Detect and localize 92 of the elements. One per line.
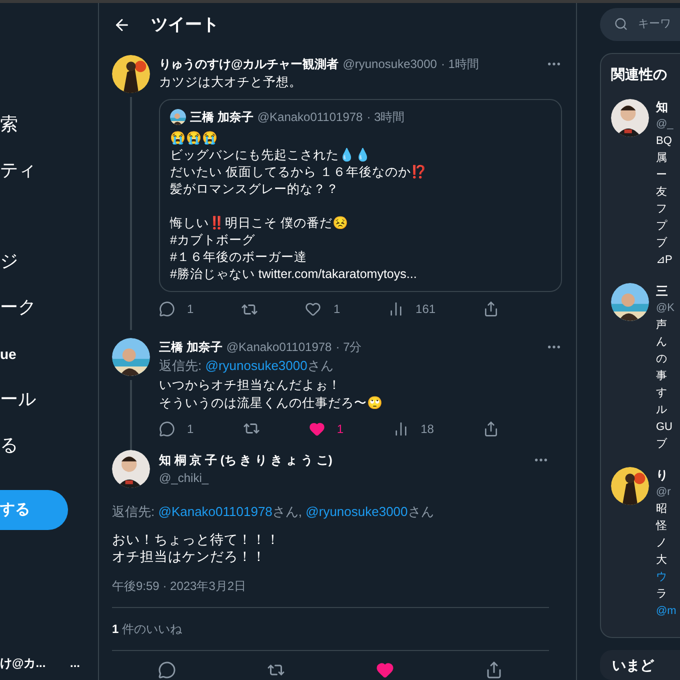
bar-chart-icon bbox=[388, 301, 404, 317]
tweet-text-line: ビッグバンにも先起こされた💧💧 bbox=[170, 147, 372, 164]
account-name[interactable]: け@カ... bbox=[0, 654, 46, 672]
tweet-text-line: #１６年後のボーガー達 bbox=[170, 249, 308, 266]
user-handle: @K bbox=[656, 300, 675, 316]
bio-text: ん bbox=[656, 334, 668, 350]
page-title: ツイート bbox=[151, 14, 219, 36]
card-title: 関連性の bbox=[611, 64, 668, 84]
bio-text: BQ bbox=[656, 134, 673, 149]
bio-text: ⊿P bbox=[656, 252, 674, 268]
user-name[interactable]: り bbox=[656, 466, 676, 484]
nav-item[interactable]: ue bbox=[0, 344, 16, 365]
bio-link[interactable]: ウ bbox=[656, 568, 676, 586]
nav-item[interactable]: る bbox=[0, 432, 18, 459]
user-name[interactable]: 三 bbox=[656, 282, 675, 300]
bio-text: 大 bbox=[656, 552, 668, 568]
author-name: 知 桐 京 子 (ち き り き ょ う こ) bbox=[159, 452, 332, 468]
reply-icon[interactable] bbox=[158, 661, 176, 679]
bio-text: プ bbox=[656, 218, 668, 234]
author-name: 三橋 加奈子 bbox=[190, 109, 254, 126]
tweet-text-line: #カブトボーグ bbox=[170, 232, 256, 249]
author-handle: @Kanako01101978 bbox=[226, 339, 332, 356]
mention-link[interactable]: @Kanako01101978 bbox=[158, 504, 272, 518]
bio-text: ル bbox=[656, 402, 668, 418]
author-name: 三橋 加奈子 bbox=[159, 339, 222, 356]
bio-text: の bbox=[656, 352, 668, 367]
bio-text: ブ bbox=[656, 436, 668, 452]
post-time: · 3時間 bbox=[366, 109, 405, 126]
quote-tweet[interactable]: 三橋 加奈子 @Kanako01101978 · 3時間 😭😭😭 ビッグバンにも先起こされた💧💧 だいたい 仮面してるから １６年後なのか⁉ 髪がロマンスグレー的な？？ 悔しい‼明日こそ 僕の番だ😣 #カブトボーグ #１６年後のボーガー達 #勝治じゃない twitter.com/takaratomytoys... bbox=[159, 99, 562, 292]
nav-item[interactable]: 索 bbox=[0, 111, 18, 138]
tweet-text-line: だいたい 仮面してるから １６年後なのか⁉ bbox=[170, 164, 428, 181]
share-button[interactable] bbox=[482, 301, 499, 317]
user-handle: @r bbox=[656, 484, 672, 500]
bio-text: 事 bbox=[656, 368, 668, 384]
reply-button[interactable]: 1 bbox=[159, 300, 194, 318]
search-icon bbox=[614, 17, 628, 32]
share-button[interactable] bbox=[482, 420, 499, 436]
mention-link[interactable]: @ryunosuke3000 bbox=[306, 504, 408, 518]
bio-text: す bbox=[656, 386, 668, 401]
bio-text: GU bbox=[656, 420, 674, 435]
author-name: りゅうのすけ@カルチャー観測者 bbox=[159, 56, 339, 73]
like-button[interactable]: 1 bbox=[308, 420, 344, 438]
views-button[interactable]: 18 bbox=[392, 420, 434, 438]
bio-link[interactable]: @m bbox=[656, 602, 676, 620]
tweet-text-line: 髪がロマンスグレー的な？？ bbox=[170, 181, 340, 198]
like-count-text[interactable]: 1 件のいいね bbox=[112, 622, 182, 636]
bio-text: 昭 bbox=[656, 502, 668, 517]
reply-button[interactable]: 1 bbox=[159, 420, 194, 438]
tweet-text-line: 😭😭😭 bbox=[170, 130, 219, 147]
tweet-text-line: #勝治じゃない twitter.com/takaratomytoys... bbox=[170, 266, 418, 283]
mention-link[interactable]: @ryunosuke3000 bbox=[205, 358, 308, 373]
nav-item[interactable]: ーク bbox=[0, 294, 36, 321]
tweet-text-line: いつからオチ担当なんだよぉ！ bbox=[159, 376, 342, 394]
tweet-text-line: そういうのは流星くんの仕事だろ〜🙄 bbox=[159, 394, 384, 412]
heart-icon bbox=[308, 420, 325, 436]
timestamp: 午後9:59 · 2023年3月2日 bbox=[112, 578, 248, 595]
like-icon[interactable] bbox=[376, 661, 394, 679]
nav-item[interactable]: ール bbox=[0, 386, 36, 413]
reply-to-text: 返信先: @ryunosuke3000さん bbox=[159, 357, 334, 375]
nav-item[interactable]: ジ bbox=[0, 248, 18, 275]
bio-text: ノ bbox=[656, 536, 668, 551]
bio-text: 友 bbox=[656, 184, 668, 200]
like-button[interactable]: 1 bbox=[305, 300, 340, 318]
nav-item[interactable]: ティ bbox=[0, 157, 36, 184]
share-icon[interactable] bbox=[485, 661, 504, 679]
bio-text: 声 bbox=[656, 318, 668, 333]
bio-text: ー bbox=[656, 168, 668, 183]
bio-text: 属 bbox=[656, 150, 668, 166]
bio-text: ブ bbox=[656, 236, 668, 251]
tweet-text-line: オチ担当はケンだろ！！ bbox=[112, 548, 267, 565]
author-handle: @Kanako01101978 bbox=[257, 109, 363, 126]
post-time: · 7分 bbox=[336, 339, 362, 356]
tweet-text-line: おい！ちょっと待て！！！ bbox=[112, 531, 281, 548]
back-icon[interactable] bbox=[113, 16, 131, 34]
views-button[interactable]: 161 bbox=[388, 300, 436, 318]
user-name[interactable]: 知 bbox=[656, 98, 674, 116]
bar-chart-icon bbox=[392, 420, 409, 436]
speech-bubble-icon bbox=[159, 301, 175, 317]
tweet-text-line: 悔しい‼明日こそ 僕の番だ😣 bbox=[170, 215, 350, 232]
bio-text: ラ bbox=[656, 586, 668, 602]
more-text[interactable]: ... bbox=[70, 654, 80, 672]
bio-text: 怪 bbox=[656, 518, 668, 534]
card-title: いまど bbox=[612, 657, 654, 674]
user-handle: @_ bbox=[656, 116, 674, 132]
author-handle: @_chiki_ bbox=[159, 470, 210, 486]
reply-to-text: 返信先: @Kanako01101978さん, @ryunosuke3000さん bbox=[112, 502, 435, 521]
tweet-text-line: カツジは大オチと予想。 bbox=[159, 74, 303, 91]
post-time: · 1時間 bbox=[440, 56, 479, 73]
heart-icon bbox=[305, 301, 322, 317]
speech-bubble-icon bbox=[159, 420, 175, 436]
bio-text: フ bbox=[656, 202, 668, 217]
author-handle: @ryunosuke3000 bbox=[342, 56, 437, 73]
